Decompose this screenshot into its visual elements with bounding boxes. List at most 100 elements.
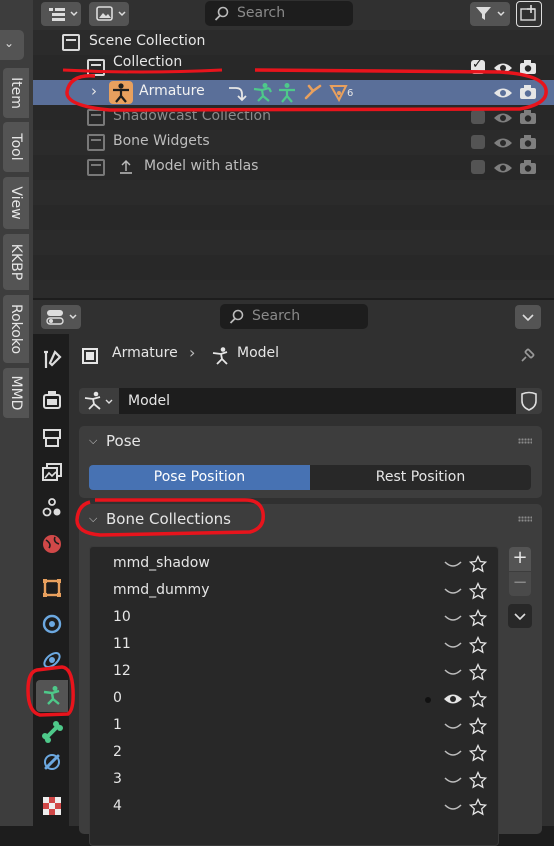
- exclude-checkbox[interactable]: [471, 57, 485, 74]
- outliner-row-model-with-atlas[interactable]: Model with atlas: [33, 155, 554, 180]
- remove-bone-collection-button[interactable]: −: [509, 572, 531, 596]
- eye-closed-icon[interactable]: [443, 556, 463, 572]
- eye-icon[interactable]: [493, 111, 513, 125]
- bone-collection-row[interactable]: 4: [90, 794, 498, 821]
- bone-icon[interactable]: [303, 83, 323, 101]
- eye-closed-icon[interactable]: [443, 664, 463, 680]
- eye-closed-icon[interactable]: [443, 772, 463, 788]
- bone-collection-row[interactable]: 10: [90, 605, 498, 632]
- tab-rokoko[interactable]: Rokoko: [3, 295, 29, 363]
- exclude-checkbox[interactable]: [471, 160, 485, 174]
- tab-kkbp[interactable]: KKBP: [3, 234, 29, 290]
- bone-collection-row[interactable]: 0: [90, 686, 498, 713]
- tool-icon: [44, 350, 62, 368]
- star-icon[interactable]: [469, 555, 487, 573]
- bone-collection-row[interactable]: mmd_shadow: [90, 551, 498, 578]
- tab-render[interactable]: [36, 384, 68, 416]
- filter-button[interactable]: [470, 2, 510, 26]
- tab-view[interactable]: View: [3, 177, 29, 229]
- editor-type-button[interactable]: [41, 2, 81, 26]
- outliner-row-bone-widgets[interactable]: Bone Widgets: [33, 130, 554, 155]
- bone-collection-row[interactable]: 2: [90, 740, 498, 767]
- fake-user-button[interactable]: [516, 388, 542, 414]
- camera-icon[interactable]: [519, 134, 537, 150]
- editor-type-button[interactable]: [41, 305, 81, 329]
- eye-icon[interactable]: [493, 136, 513, 150]
- eye-icon[interactable]: [493, 61, 513, 75]
- browse-datablock-button[interactable]: [79, 388, 119, 414]
- star-icon[interactable]: [469, 663, 487, 681]
- scene-icon: [42, 498, 61, 517]
- eye-icon[interactable]: [493, 86, 513, 100]
- tab-view-layer[interactable]: [36, 456, 68, 488]
- bone-collections-panel-header[interactable]: ⌵ Bone Collections: [79, 504, 542, 534]
- tab-bone[interactable]: [36, 716, 68, 748]
- star-icon[interactable]: [469, 744, 487, 762]
- camera-icon[interactable]: [519, 109, 537, 125]
- bone-collection-specials-button[interactable]: [508, 604, 532, 628]
- pose-panel-header[interactable]: ⌵ Pose: [79, 426, 542, 456]
- eye-closed-icon[interactable]: [443, 610, 463, 626]
- drag-handle-icon[interactable]: [518, 438, 532, 444]
- pose-icon[interactable]: [251, 82, 273, 103]
- pin-icon[interactable]: [517, 346, 537, 366]
- outliner-row-collection[interactable]: Collection: [33, 54, 554, 80]
- star-icon[interactable]: [469, 636, 487, 654]
- exclude-checkbox[interactable]: [471, 110, 485, 124]
- tab-scene[interactable]: [36, 492, 68, 524]
- add-bone-collection-button[interactable]: +: [509, 547, 531, 571]
- collection-icon: [87, 59, 105, 76]
- star-icon[interactable]: [469, 798, 487, 816]
- tab-tool[interactable]: Tool: [3, 122, 29, 172]
- tab-mmd[interactable]: MMD: [3, 368, 29, 418]
- star-icon[interactable]: [469, 690, 487, 708]
- header-options-dropdown[interactable]: [515, 305, 541, 329]
- eye-closed-icon[interactable]: [443, 745, 463, 761]
- pose-position-button[interactable]: Pose Position: [89, 465, 310, 490]
- star-icon[interactable]: [469, 609, 487, 627]
- eye-closed-icon[interactable]: [443, 637, 463, 653]
- new-collection-button[interactable]: [516, 1, 542, 27]
- drag-handle-icon[interactable]: [518, 516, 532, 522]
- eye-icon[interactable]: [493, 161, 513, 175]
- tab-bone-constraints[interactable]: [36, 746, 68, 778]
- tab-armature-data[interactable]: [36, 680, 68, 712]
- bone-collection-row[interactable]: 12: [90, 659, 498, 686]
- tab-output[interactable]: [36, 422, 68, 454]
- properties-search-placeholder: Search: [252, 308, 301, 324]
- eye-icon[interactable]: [443, 691, 463, 707]
- tab-item[interactable]: Item: [3, 68, 29, 118]
- display-mode-button[interactable]: [89, 2, 129, 26]
- datablock-name-field[interactable]: Model: [119, 388, 516, 414]
- rest-position-button[interactable]: Rest Position: [310, 465, 531, 490]
- eye-closed-icon[interactable]: [443, 718, 463, 734]
- bone-collection-row[interactable]: mmd_dummy: [90, 578, 498, 605]
- eye-closed-icon[interactable]: [443, 799, 463, 815]
- outliner-row-armature[interactable]: › Armature 6: [33, 80, 554, 105]
- breadcrumb-data: Model: [237, 345, 280, 361]
- viewport-header-toggle[interactable]: ⌄: [0, 30, 24, 60]
- properties-search-input[interactable]: Search: [220, 304, 368, 329]
- tab-object[interactable]: [36, 572, 68, 604]
- bone-collection-row[interactable]: 3: [90, 767, 498, 794]
- modifier-icon[interactable]: [227, 84, 247, 102]
- outliner-row-scene-collection[interactable]: Scene Collection: [33, 30, 554, 55]
- camera-icon[interactable]: [519, 84, 537, 100]
- bone-collection-row[interactable]: 11: [90, 632, 498, 659]
- outliner-row-shadowcast-collection[interactable]: Shadowcast Collection: [33, 105, 554, 130]
- tab-modifiers[interactable]: [36, 608, 68, 640]
- star-icon[interactable]: [469, 582, 487, 600]
- tab-physics[interactable]: [36, 644, 68, 676]
- camera-icon[interactable]: [519, 159, 537, 175]
- eye-closed-icon[interactable]: [443, 583, 463, 599]
- tab-tool[interactable]: [36, 344, 68, 376]
- star-icon[interactable]: [469, 771, 487, 789]
- outliner-search-input[interactable]: Search: [205, 1, 353, 26]
- armature-data-icon[interactable]: [276, 82, 298, 103]
- star-icon[interactable]: [469, 717, 487, 735]
- camera-icon[interactable]: [519, 59, 537, 75]
- bone-collection-row[interactable]: 1: [90, 713, 498, 740]
- tab-texture[interactable]: [36, 790, 68, 822]
- tab-world[interactable]: [36, 528, 68, 560]
- exclude-checkbox[interactable]: [471, 135, 485, 149]
